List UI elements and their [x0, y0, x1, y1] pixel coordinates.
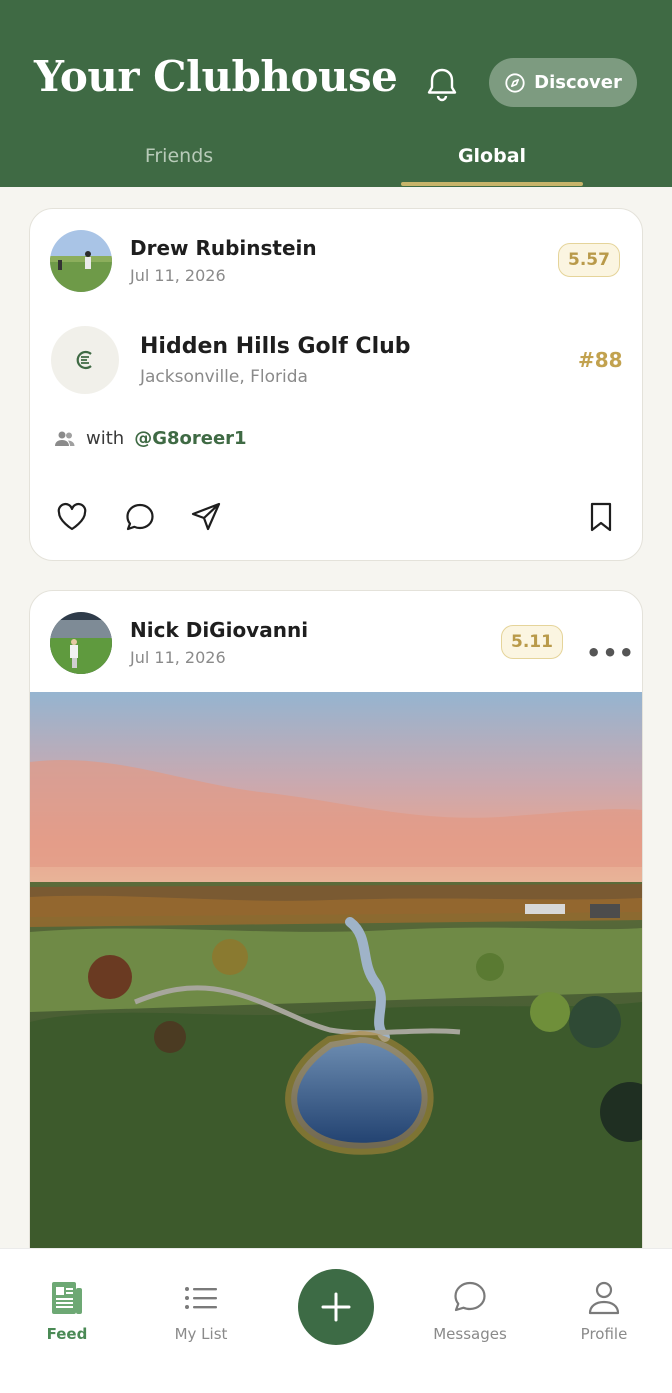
- send-icon[interactable]: [189, 500, 223, 534]
- person-icon: [588, 1281, 620, 1315]
- tab-label: Profile: [580, 1325, 628, 1343]
- comment-icon[interactable]: [123, 500, 157, 534]
- tab-feed[interactable]: Feed: [17, 1279, 117, 1343]
- avatar[interactable]: [50, 230, 112, 292]
- tagged-user-link[interactable]: @G8oreer1: [134, 428, 246, 449]
- post-photo[interactable]: [30, 692, 642, 1248]
- add-post-button[interactable]: [298, 1269, 374, 1345]
- post-date: Jul 11, 2026: [130, 266, 226, 285]
- more-options-button[interactable]: •••: [586, 639, 635, 667]
- feed-icon: [52, 1282, 82, 1314]
- active-tab-indicator: [401, 182, 583, 186]
- tab-label: Messages: [433, 1325, 507, 1343]
- with-prefix: with: [86, 428, 125, 449]
- post-username[interactable]: Nick DiGiovanni: [130, 618, 308, 642]
- header: Your Clubhouse Discover Friends Global: [0, 0, 672, 187]
- score-badge: 5.11: [501, 625, 563, 659]
- bell-icon[interactable]: [420, 62, 464, 106]
- list-icon: [185, 1287, 217, 1309]
- tab-my-list[interactable]: My List: [151, 1279, 251, 1343]
- tab-friends[interactable]: Friends: [79, 145, 279, 167]
- people-icon: [55, 431, 75, 446]
- tab-global[interactable]: Global: [392, 145, 592, 167]
- club-crest-icon: [76, 350, 92, 370]
- tab-label: My List: [174, 1325, 228, 1343]
- club-name[interactable]: Hidden Hills Golf Club: [140, 334, 411, 359]
- compass-icon: [505, 72, 525, 93]
- post-date: Jul 11, 2026: [130, 648, 226, 667]
- avatar[interactable]: [50, 612, 112, 674]
- club-location: Jacksonville, Florida: [140, 367, 308, 387]
- post-username[interactable]: Drew Rubinstein: [130, 236, 317, 260]
- tab-messages[interactable]: Messages: [420, 1279, 520, 1343]
- score-badge: 5.57: [558, 243, 620, 277]
- club-logo[interactable]: [51, 326, 119, 394]
- discover-label: Discover: [534, 72, 622, 93]
- message-icon: [454, 1281, 486, 1312]
- feed-post-card[interactable]: Drew Rubinstein Jul 11, 2026 5.57 Hidden…: [29, 208, 643, 561]
- page-title: Your Clubhouse: [34, 52, 398, 101]
- played-with-row: with @G8oreer1: [54, 428, 247, 449]
- discover-button[interactable]: Discover: [489, 58, 637, 107]
- bottom-tab-bar: Feed My List Messages Profile: [0, 1248, 672, 1393]
- plus-icon: [321, 1292, 351, 1322]
- tab-label: Feed: [46, 1325, 88, 1343]
- tab-profile[interactable]: Profile: [554, 1279, 654, 1343]
- heart-icon[interactable]: [55, 500, 89, 534]
- bookmark-icon[interactable]: [584, 500, 618, 534]
- club-rank: #88: [578, 348, 623, 372]
